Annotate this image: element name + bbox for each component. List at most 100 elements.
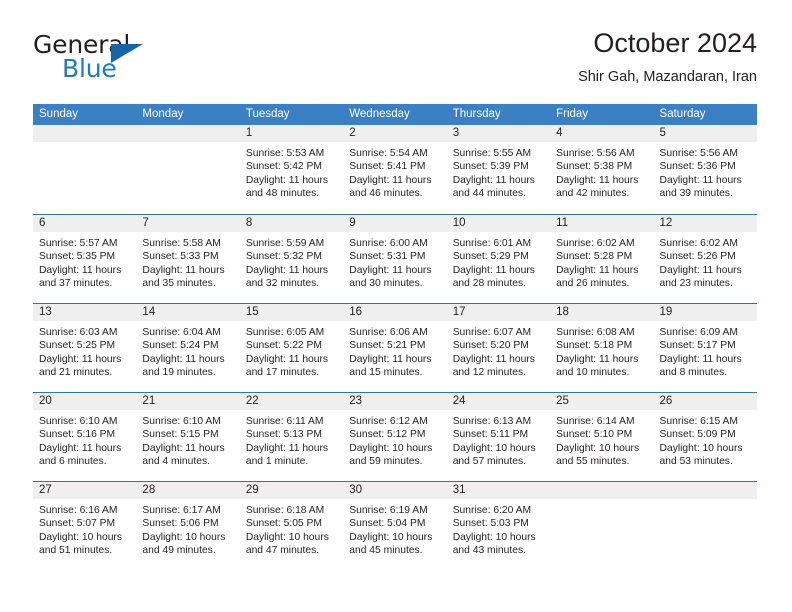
calendar-day-cell[interactable]: 12 Sunrise: 6:02 AM Sunset: 5:26 PM Dayligh… <box>653 215 757 303</box>
calendar-day-cell[interactable]: 26 Sunrise: 6:15 AM Sunset: 5:09 PM Dayligh… <box>653 393 757 481</box>
day-sun-details: Sunrise: 6:00 AM Sunset: 5:31 PM Daylight:… <box>343 232 446 290</box>
day-detail-line: and 10 minutes. <box>556 366 630 378</box>
calendar-day-cell[interactable]: 27 Sunrise: 6:16 AM Sunset: 5:07 PM Dayligh… <box>33 482 137 570</box>
calendar-day-cell[interactable]: 7 Sunrise: 5:58 AM Sunset: 5:33 PM Daylight… <box>136 215 240 303</box>
calendar-day-cell[interactable]: 16 Sunrise: 6:06 AM Sunset: 5:21 PM Dayligh… <box>343 304 447 392</box>
day-detail-line: Sunset: 5:04 PM <box>349 518 426 530</box>
day-detail-line: Sunrise: 5:56 AM <box>556 148 635 159</box>
calendar-day-cell[interactable]: 5 Sunrise: 5:56 AM Sunset: 5:36 PM Daylight… <box>653 125 757 214</box>
calendar-week-row: 6 Sunrise: 5:57 AM Sunset: 5:35 PM Daylight… <box>33 214 757 303</box>
weekday-header-friday: Friday <box>556 108 589 120</box>
weekday-header-monday: Monday <box>142 108 184 120</box>
calendar-day-cell[interactable]: 30 Sunrise: 6:19 AM Sunset: 5:04 PM Dayligh… <box>343 482 447 570</box>
calendar-day-cell[interactable]: 6 Sunrise: 5:57 AM Sunset: 5:35 PM Daylight… <box>33 215 137 303</box>
day-sun-details: Sunrise: 6:08 AM Sunset: 5:18 PM Daylight:… <box>550 321 653 379</box>
day-sun-details: Sunrise: 6:09 AM Sunset: 5:17 PM Daylight:… <box>654 321 757 379</box>
day-detail-line: Sunrise: 6:13 AM <box>452 416 532 427</box>
day-detail-line: Sunset: 5:29 PM <box>452 251 529 263</box>
day-detail-line: Sunset: 5:36 PM <box>659 161 736 173</box>
day-sun-details: Sunrise: 6:13 AM Sunset: 5:11 PM Daylight:… <box>447 410 550 468</box>
day-number <box>136 125 240 142</box>
day-detail-line: and 39 minutes. <box>659 187 733 199</box>
day-detail-line: and 17 minutes. <box>245 366 320 378</box>
day-detail-line: and 15 minutes. <box>349 366 423 378</box>
day-detail-line: Daylight: 10 hours <box>556 442 640 454</box>
day-sun-details: Sunrise: 6:06 AM Sunset: 5:21 PM Daylight:… <box>343 321 446 379</box>
calendar-day-cell[interactable]: 4 Sunrise: 5:56 AM Sunset: 5:38 PM Daylight… <box>550 125 654 214</box>
page-subtitle-location: Shir Gah, Mazandaran, Iran <box>578 69 757 85</box>
day-detail-line: Sunrise: 6:15 AM <box>659 416 738 427</box>
day-detail-line: Sunrise: 6:02 AM <box>556 238 635 249</box>
day-detail-line: Daylight: 11 hours <box>142 353 225 365</box>
calendar-day-cell[interactable]: 23 Sunrise: 6:12 AM Sunset: 5:12 PM Dayligh… <box>343 393 447 481</box>
calendar-day-cell[interactable]: 1 Sunrise: 5:53 AM Sunset: 5:42 PM Daylight… <box>239 125 344 214</box>
day-detail-line: Sunset: 5:26 PM <box>659 251 736 263</box>
day-detail-line: and 4 minutes. <box>142 455 210 467</box>
calendar-day-cell[interactable]: 11 Sunrise: 6:02 AM Sunset: 5:28 PM Dayligh… <box>550 215 654 303</box>
day-sun-details: Sunrise: 5:57 AM Sunset: 5:35 PM Daylight:… <box>33 232 136 290</box>
weekday-header-thursday: Thursday <box>452 108 501 120</box>
calendar-day-cell[interactable]: 20 Sunrise: 6:10 AM Sunset: 5:16 PM Dayligh… <box>33 393 137 481</box>
page-title: October 2024 <box>593 28 757 58</box>
calendar-day-cell[interactable]: 22 Sunrise: 6:11 AM Sunset: 5:13 PM Dayligh… <box>239 393 344 481</box>
calendar-day-cell[interactable]: 31 Sunrise: 6:20 AM Sunset: 5:03 PM Dayligh… <box>446 482 551 570</box>
day-sun-details: Sunrise: 6:19 AM Sunset: 5:04 PM Daylight:… <box>343 499 446 557</box>
day-detail-line: Sunset: 5:25 PM <box>39 340 116 352</box>
day-detail-line: and 53 minutes. <box>659 455 733 467</box>
day-detail-line: Sunset: 5:06 PM <box>142 518 219 530</box>
calendar-day-cell[interactable]: 24 Sunrise: 6:13 AM Sunset: 5:11 PM Dayligh… <box>446 393 551 481</box>
day-sun-details: Sunrise: 6:16 AM Sunset: 5:07 PM Daylight:… <box>33 499 136 557</box>
day-detail-line: Sunset: 5:28 PM <box>556 251 633 263</box>
calendar-day-cell[interactable]: 17 Sunrise: 6:07 AM Sunset: 5:20 PM Dayligh… <box>446 304 551 392</box>
day-detail-line: Sunset: 5:18 PM <box>556 340 633 352</box>
day-detail-line: Sunset: 5:38 PM <box>556 161 633 173</box>
day-number: 27 <box>33 482 137 499</box>
day-detail-line: Sunset: 5:33 PM <box>142 251 219 263</box>
calendar-grid: Sunday Monday Tuesday Wednesday Thursday Frid… <box>33 104 757 570</box>
day-detail-line: and 57 minutes. <box>452 455 526 467</box>
day-number: 15 <box>239 304 344 321</box>
day-sun-details: Sunrise: 5:53 AM Sunset: 5:42 PM Daylight:… <box>240 142 343 200</box>
day-detail-line: Daylight: 11 hours <box>452 174 535 186</box>
day-number <box>653 482 757 499</box>
calendar-day-cell[interactable]: 2 Sunrise: 5:54 AM Sunset: 5:41 PM Daylight… <box>343 125 447 214</box>
calendar-day-cell[interactable]: 8 Sunrise: 5:59 AM Sunset: 5:32 PM Daylight… <box>239 215 344 303</box>
day-sun-details: Sunrise: 6:17 AM Sunset: 5:06 PM Daylight:… <box>136 499 239 557</box>
calendar-day-cell[interactable]: 14 Sunrise: 6:04 AM Sunset: 5:24 PM Dayligh… <box>136 304 240 392</box>
calendar-day-cell[interactable]: 18 Sunrise: 6:08 AM Sunset: 5:18 PM Dayligh… <box>550 304 654 392</box>
day-detail-line: Daylight: 10 hours <box>452 531 536 543</box>
day-detail-line: Sunset: 5:32 PM <box>245 251 322 263</box>
calendar-day-cell[interactable]: 19 Sunrise: 6:09 AM Sunset: 5:17 PM Dayligh… <box>653 304 757 392</box>
day-detail-line: Sunrise: 5:57 AM <box>39 238 118 249</box>
day-sun-details: Sunrise: 6:20 AM Sunset: 5:03 PM Daylight:… <box>447 499 550 557</box>
day-sun-details: Sunrise: 6:10 AM Sunset: 5:15 PM Daylight:… <box>136 410 239 468</box>
day-number: 6 <box>33 215 137 232</box>
day-number: 2 <box>343 125 447 142</box>
day-detail-line: and 48 minutes. <box>245 187 320 199</box>
day-detail-line: Sunrise: 6:18 AM <box>245 505 325 516</box>
weekday-header-tuesday: Tuesday <box>245 108 290 120</box>
day-sun-details: Sunrise: 6:03 AM Sunset: 5:25 PM Daylight:… <box>33 321 136 379</box>
day-detail-line: Daylight: 10 hours <box>142 531 226 543</box>
calendar-day-cell[interactable]: 10 Sunrise: 6:01 AM Sunset: 5:29 PM Dayligh… <box>446 215 551 303</box>
day-detail-line: and 26 minutes. <box>556 277 630 289</box>
day-number: 8 <box>239 215 344 232</box>
day-detail-line: Sunrise: 5:54 AM <box>349 148 428 159</box>
calendar-day-cell[interactable]: 21 Sunrise: 6:10 AM Sunset: 5:15 PM Dayligh… <box>136 393 240 481</box>
calendar-day-cell[interactable]: 28 Sunrise: 6:17 AM Sunset: 5:06 PM Dayligh… <box>136 482 240 570</box>
day-sun-details: Sunrise: 5:55 AM Sunset: 5:39 PM Daylight:… <box>447 142 550 200</box>
calendar-day-cell[interactable]: 3 Sunrise: 5:55 AM Sunset: 5:39 PM Daylight… <box>446 125 551 214</box>
day-number: 23 <box>343 393 447 410</box>
weekday-header-wednesday: Wednesday <box>349 108 410 120</box>
calendar-day-cell[interactable]: 29 Sunrise: 6:18 AM Sunset: 5:05 PM Dayligh… <box>239 482 344 570</box>
calendar-day-cell[interactable]: 9 Sunrise: 6:00 AM Sunset: 5:31 PM Daylight… <box>343 215 447 303</box>
day-detail-line: and 55 minutes. <box>556 455 630 467</box>
day-detail-line: Sunrise: 6:10 AM <box>142 416 221 427</box>
day-sun-details: Sunrise: 6:14 AM Sunset: 5:10 PM Daylight:… <box>550 410 653 468</box>
calendar-day-cell[interactable]: 25 Sunrise: 6:14 AM Sunset: 5:10 PM Dayligh… <box>550 393 654 481</box>
day-number: 31 <box>446 482 551 499</box>
day-detail-line: Sunrise: 6:10 AM <box>39 416 118 427</box>
day-detail-line: Daylight: 11 hours <box>659 353 742 365</box>
calendar-day-cell[interactable]: 13 Sunrise: 6:03 AM Sunset: 5:25 PM Dayligh… <box>33 304 137 392</box>
calendar-day-cell[interactable]: 15 Sunrise: 6:05 AM Sunset: 5:22 PM Dayligh… <box>239 304 344 392</box>
